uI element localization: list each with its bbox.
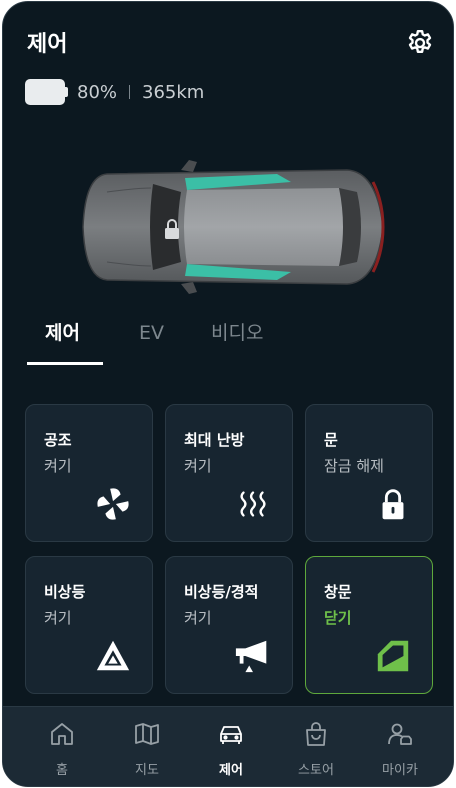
card-title: 문 bbox=[324, 431, 338, 449]
hazard-horn-card[interactable]: 비상등/경적 켜기 bbox=[165, 556, 293, 694]
range-text: 365km bbox=[142, 81, 205, 103]
mycar-person-icon bbox=[388, 723, 412, 745]
home-icon bbox=[51, 723, 73, 745]
card-title: 공조 bbox=[44, 431, 72, 449]
car-icon bbox=[220, 726, 242, 744]
card-title: 최대 난방 bbox=[184, 431, 245, 449]
app-screen: 제어 80% 365km 제어 EV 비디오 공조 켜기 최대 난방 켜기 문 … bbox=[2, 1, 454, 787]
nav-label: 제어 bbox=[219, 763, 243, 778]
nav-label: 스토어 bbox=[298, 763, 334, 778]
max-heat-card[interactable]: 최대 난방 켜기 bbox=[165, 404, 293, 542]
card-title: 비상등/경적 bbox=[184, 583, 259, 601]
battery-icon bbox=[25, 79, 69, 105]
card-state: 켜기 bbox=[184, 457, 212, 475]
hazard-icon bbox=[96, 640, 130, 671]
map-icon bbox=[135, 723, 159, 745]
tab-bar: 제어 EV 비디오 bbox=[27, 318, 431, 366]
nav-home[interactable]: 홈 bbox=[17, 707, 107, 786]
card-state: 켜기 bbox=[44, 457, 72, 475]
window-icon bbox=[377, 640, 409, 672]
battery-percent: 80% bbox=[77, 81, 118, 103]
nav-label: 홈 bbox=[56, 763, 68, 778]
divider bbox=[129, 85, 131, 99]
store-bag-icon bbox=[306, 722, 326, 746]
battery-status: 80% 365km bbox=[25, 78, 204, 106]
climate-card[interactable]: 공조 켜기 bbox=[25, 404, 153, 542]
card-state: 켜기 bbox=[44, 609, 72, 627]
nav-store[interactable]: 스토어 bbox=[271, 707, 361, 786]
gear-icon[interactable] bbox=[405, 28, 435, 58]
hazard-card[interactable]: 비상등 켜기 bbox=[25, 556, 153, 694]
nav-label: 지도 bbox=[135, 763, 159, 778]
lock-icon bbox=[382, 489, 404, 520]
bottom-navigation: 홈 지도 제어 스토어 마이카 bbox=[3, 706, 453, 786]
nav-control[interactable]: 제어 bbox=[186, 707, 276, 786]
card-title: 창문 bbox=[324, 583, 352, 601]
window-card[interactable]: 창문 닫기 bbox=[305, 556, 433, 694]
door-card[interactable]: 문 잠금 해제 bbox=[305, 404, 433, 542]
card-state: 잠금 해제 bbox=[324, 457, 384, 475]
card-state: 닫기 bbox=[324, 609, 352, 627]
card-state: 켜기 bbox=[184, 609, 212, 627]
tab-control[interactable]: 제어 bbox=[45, 318, 80, 364]
nav-mycar[interactable]: 마이카 bbox=[355, 707, 445, 786]
fan-icon bbox=[97, 488, 129, 520]
card-title: 비상등 bbox=[44, 583, 86, 601]
nav-map[interactable]: 지도 bbox=[102, 707, 192, 786]
active-tab-indicator bbox=[27, 362, 103, 365]
nav-label: 마이카 bbox=[382, 763, 418, 778]
tab-video[interactable]: 비디오 bbox=[211, 318, 263, 364]
tab-ev[interactable]: EV bbox=[139, 318, 164, 364]
heat-icon bbox=[240, 491, 266, 517]
horn-icon bbox=[235, 640, 267, 673]
page-title: 제어 bbox=[27, 32, 68, 57]
car-top-view bbox=[82, 160, 385, 294]
